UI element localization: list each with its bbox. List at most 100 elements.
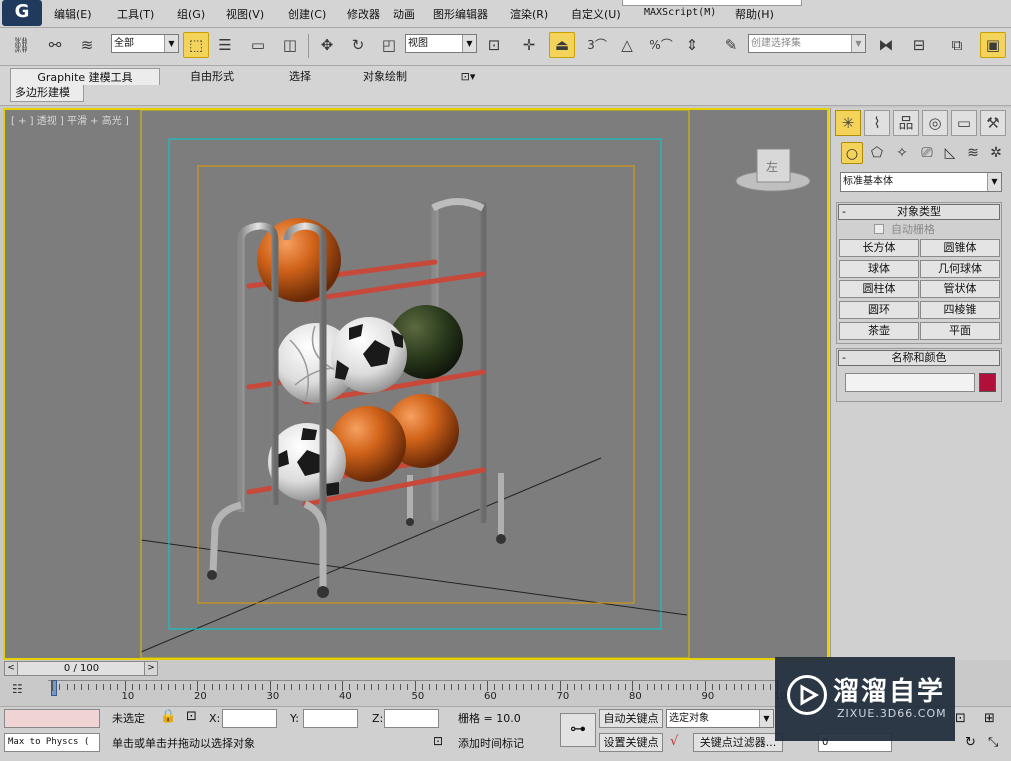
viewport-label[interactable]: [ + ] 透视 ] 平滑 + 高光 ] <box>11 112 129 127</box>
ribbon-options-icon[interactable]: ⊡▾ <box>452 68 484 85</box>
align-icon[interactable]: ⊟ <box>906 32 932 58</box>
percent-snap-icon[interactable]: %⌒ <box>648 32 674 58</box>
scale-icon[interactable]: ◰ <box>376 32 402 58</box>
systems-icon[interactable]: ✲ <box>985 142 1007 164</box>
menu-tools[interactable]: 工具(T) <box>117 6 154 22</box>
modify-tab-icon[interactable]: ⌇ <box>864 110 890 136</box>
set-key-icon[interactable]: ⊶ <box>560 713 596 747</box>
angle-snap-icon[interactable]: △ <box>614 32 640 58</box>
infocenter-search-field[interactable] <box>622 0 802 6</box>
chevron-left-icon[interactable]: < <box>4 661 18 676</box>
shapes-icon[interactable]: ⬠ <box>866 142 888 164</box>
select-manipulate-icon[interactable]: ✛ <box>516 32 542 58</box>
plane-button[interactable]: 平面 <box>920 322 1000 340</box>
reference-coordinate-dropdown[interactable]: 视图 ▼ <box>405 34 477 53</box>
menu-maxscript[interactable]: MAXScript(M) <box>644 7 716 18</box>
link-icon[interactable]: ⛓ <box>8 32 34 58</box>
menu-create[interactable]: 创建(C) <box>288 6 326 22</box>
name-color-rollout-header[interactable]: - 名称和颜色 <box>838 350 1000 366</box>
sphere-button[interactable]: 球体 <box>839 260 919 278</box>
snap-toggle-icon[interactable]: 3⌒ <box>584 32 610 58</box>
tab-freeform[interactable]: 自由形式 <box>172 68 252 85</box>
time-slider-position[interactable]: 0 / 100 <box>19 662 144 675</box>
time-tag-icon[interactable]: ⊡ <box>433 734 443 748</box>
graphite-toggle-icon[interactable]: ▣ <box>980 32 1006 58</box>
object-type-rollout-header[interactable]: - 对象类型 <box>838 204 1000 220</box>
selection-filter-dropdown[interactable]: 全部 ▼ <box>111 34 179 53</box>
perspective-viewport[interactable]: 左 [+] 透视] 平滑 + 高光] <box>3 108 829 660</box>
torus-button[interactable]: 圆环 <box>839 301 919 319</box>
display-tab-icon[interactable]: ▭ <box>951 110 977 136</box>
object-category-dropdown[interactable]: 标准基本体 ▼ <box>840 172 1002 192</box>
menu-modifiers[interactable]: 修改器 <box>347 6 380 22</box>
x-coordinate-field[interactable] <box>222 709 277 728</box>
ribbon-panel-polygon-modeling[interactable]: 多边形建模 <box>10 85 84 102</box>
menu-animation[interactable]: 动画 <box>393 6 415 22</box>
menu-help[interactable]: 帮助(H) <box>735 6 774 22</box>
app-logo-icon[interactable]: G <box>2 0 42 26</box>
bind-spacewarp-icon[interactable]: ≋ <box>74 32 100 58</box>
geometry-icon[interactable]: ○ <box>841 142 863 164</box>
rotate-icon[interactable]: ↻ <box>345 32 371 58</box>
menu-graph-editors[interactable]: 图形编辑器 <box>433 6 488 22</box>
object-color-swatch[interactable] <box>979 373 996 392</box>
edit-named-selection-icon[interactable]: ✎ <box>718 32 744 58</box>
cone-button[interactable]: 圆锥体 <box>920 239 1000 257</box>
y-coordinate-field[interactable] <box>303 709 358 728</box>
chevron-right-icon[interactable]: > <box>144 661 158 676</box>
geosphere-button[interactable]: 几何球体 <box>920 260 1000 278</box>
set-key-button[interactable]: 设置关键点 <box>599 733 663 752</box>
object-name-field[interactable] <box>845 373 975 392</box>
tab-selection[interactable]: 选择 <box>270 68 330 85</box>
add-time-tag[interactable]: 添加时间标记 <box>458 734 524 753</box>
key-mode-dropdown[interactable]: 选定对象 ▼ <box>666 709 774 728</box>
unlink-icon[interactable]: ⚯ <box>42 32 68 58</box>
auto-key-button[interactable]: 自动关键点 <box>599 709 663 728</box>
cylinder-button[interactable]: 圆柱体 <box>839 280 919 298</box>
absolute-mode-icon[interactable]: ⊡ <box>186 709 197 724</box>
menu-customize[interactable]: 自定义(U) <box>571 6 621 22</box>
pivot-center-icon[interactable]: ⊡ <box>481 32 507 58</box>
select-by-name-icon[interactable]: ☰ <box>212 32 238 58</box>
motion-tab-icon[interactable]: ◎ <box>922 110 948 136</box>
autogrid-checkbox[interactable] <box>874 224 884 234</box>
rectangular-selection-icon[interactable]: ▭ <box>245 32 271 58</box>
key-filters-button[interactable]: 关键点过滤器... <box>693 733 783 752</box>
maxscript-mini-listener[interactable]: Max to Physcs ( <box>4 733 100 752</box>
menu-group[interactable]: 组(G) <box>177 6 205 22</box>
tab-graphite-modeling[interactable]: Graphite 建模工具 <box>10 68 160 85</box>
helpers-icon[interactable]: ◺ <box>939 142 961 164</box>
menu-rendering[interactable]: 渲染(R) <box>510 6 548 22</box>
orbit-icon[interactable]: ↻ <box>965 735 976 750</box>
time-slider[interactable]: < 0 / 100 > <box>4 661 158 676</box>
teapot-button[interactable]: 茶壶 <box>839 322 919 340</box>
named-selection-set-dropdown[interactable]: 创建选择集 ▼ <box>748 34 866 53</box>
move-icon[interactable]: ✥ <box>314 32 340 58</box>
track-bar-icon[interactable]: ☷ <box>12 682 23 696</box>
tab-object-paint[interactable]: 对象绘制 <box>345 68 425 85</box>
menu-view[interactable]: 视图(V) <box>226 6 264 22</box>
create-tab-icon[interactable]: ✳ <box>835 110 861 136</box>
key-tangent-icon[interactable]: √ <box>670 734 678 749</box>
maximize-viewport-icon[interactable]: ⤡ <box>988 735 998 750</box>
viewcube-icon[interactable]: 左 <box>735 148 811 192</box>
zoom-extents-icon[interactable]: ⊡ <box>955 711 966 726</box>
window-crossing-icon[interactable]: ◫ <box>277 32 303 58</box>
select-object-icon[interactable]: ⬚ <box>183 32 209 58</box>
lights-icon[interactable]: ✧ <box>891 142 913 164</box>
hierarchy-tab-icon[interactable]: 品 <box>893 110 919 136</box>
zoom-all-icon[interactable]: ⊞ <box>984 711 995 726</box>
pyramid-button[interactable]: 四棱锥 <box>920 301 1000 319</box>
spacewarps-icon[interactable]: ≋ <box>962 142 984 164</box>
lock-icon[interactable]: 🔒 <box>160 709 176 724</box>
spinner-snap-icon[interactable]: ⇕ <box>679 32 705 58</box>
layer-manager-icon[interactable]: ⧉ <box>944 32 970 58</box>
z-coordinate-field[interactable] <box>384 709 439 728</box>
maxscript-listener-field[interactable] <box>4 709 100 728</box>
menu-edit[interactable]: 编辑(E) <box>54 6 92 22</box>
cameras-icon[interactable]: ⎚ <box>916 142 938 164</box>
box-button[interactable]: 长方体 <box>839 239 919 257</box>
utilities-tab-icon[interactable]: ⚒ <box>980 110 1006 136</box>
mirror-icon[interactable]: ⧓ <box>873 32 899 58</box>
keyboard-shortcut-override-icon[interactable]: ⏏ <box>549 32 575 58</box>
